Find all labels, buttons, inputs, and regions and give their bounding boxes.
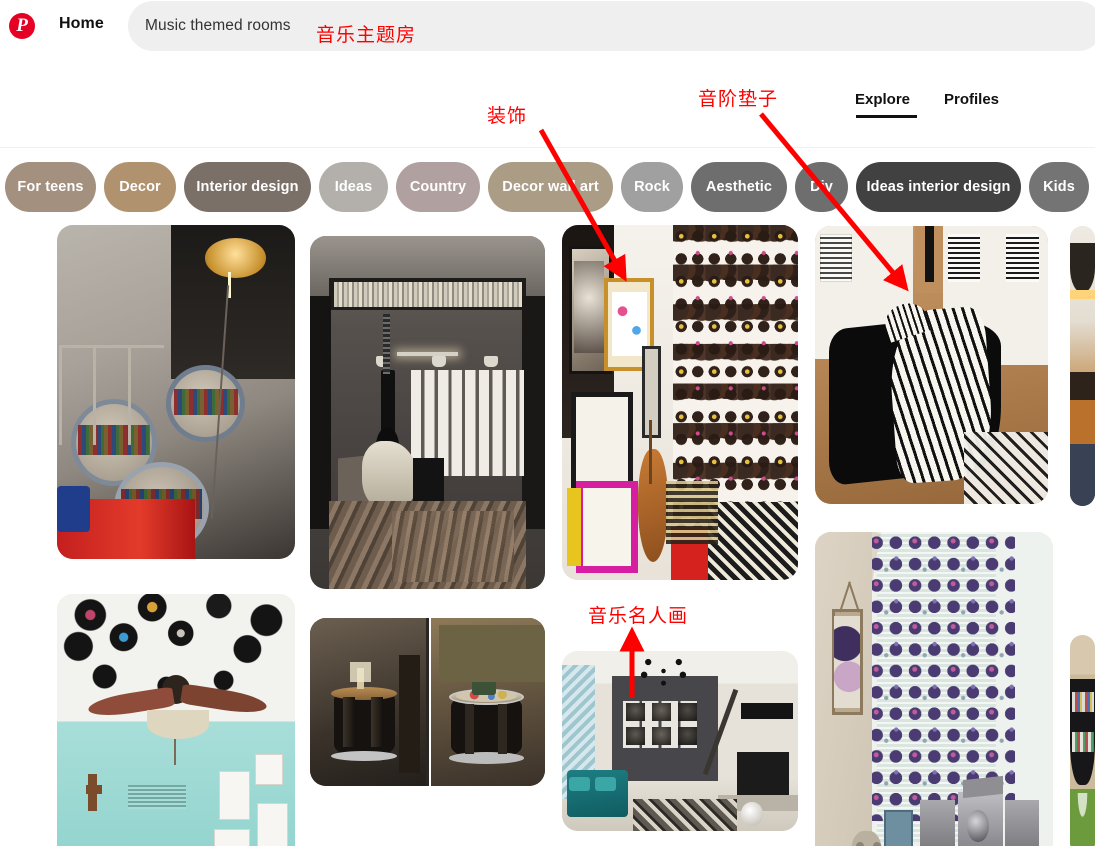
filter-chip-label: Ideas interior design xyxy=(866,179,1011,195)
tab-explore-active-indicator xyxy=(856,115,917,118)
filter-chip-label: Diy xyxy=(810,179,833,195)
pinterest-logo-icon[interactable]: P xyxy=(9,13,35,39)
pendant-lamp-pin-image xyxy=(1070,226,1095,506)
filter-chip-interior-design[interactable]: Interior design xyxy=(184,162,311,212)
annotation-poster-note: 音乐名人画 xyxy=(588,605,689,627)
tab-profiles[interactable]: Profiles xyxy=(944,91,999,108)
filter-chip-decor[interactable]: Decor xyxy=(104,162,176,212)
filter-chip-kids[interactable]: Kids xyxy=(1029,162,1089,212)
filter-chip-rock[interactable]: Rock xyxy=(621,162,683,212)
filter-chip-label: Decor wall art xyxy=(502,179,599,195)
pin-grid xyxy=(0,222,1095,846)
filter-chip-label: Ideas xyxy=(334,179,373,195)
filter-chip-label: For teens xyxy=(17,179,84,195)
filter-chip-label: Rock xyxy=(634,179,670,195)
search-input-value: Music themed rooms xyxy=(145,17,291,34)
drum-bookshelf-pin[interactable] xyxy=(57,225,295,559)
filter-chip-diy[interactable]: Diy xyxy=(795,162,848,212)
app-header: P Home Music themed rooms xyxy=(0,0,1095,52)
filter-chip-label: Decor xyxy=(119,179,161,195)
celebrity-poster-pin-image xyxy=(562,651,798,831)
drum-bookshelf-pin-image xyxy=(57,225,295,559)
drum-tables-pin-image xyxy=(310,618,545,786)
gallery-wall-room-pin-image xyxy=(310,236,545,589)
gallery-wall-room-pin[interactable] xyxy=(310,236,545,589)
vinyl-ceiling-hall-pin-image xyxy=(562,225,798,580)
vinyl-ceiling-hall-pin[interactable] xyxy=(562,225,798,580)
round-shelf-pin[interactable] xyxy=(1070,635,1095,846)
filter-chip-country[interactable]: Country xyxy=(396,162,480,212)
drum-tables-pin[interactable] xyxy=(310,618,545,786)
piano-rug-pin[interactable] xyxy=(815,226,1048,504)
pendant-lamp-pin[interactable] xyxy=(1070,226,1095,506)
cd-curtain-pin-image xyxy=(815,532,1053,846)
cd-curtain-pin[interactable] xyxy=(815,532,1053,846)
filter-chip-ideas-interior-design[interactable]: Ideas interior design xyxy=(856,162,1021,212)
piano-rug-pin-image xyxy=(815,226,1048,504)
annotation-decor-note: 装饰 xyxy=(487,105,528,127)
home-link[interactable]: Home xyxy=(59,15,104,33)
annotation-rug-note: 音阶垫子 xyxy=(698,88,779,110)
filter-chip-aesthetic[interactable]: Aesthetic xyxy=(691,162,787,212)
filter-chip-label: Kids xyxy=(1043,179,1075,195)
filter-chip-label: Country xyxy=(409,179,467,195)
record-ceiling-fan-pin[interactable] xyxy=(57,594,295,846)
celebrity-poster-pin[interactable] xyxy=(562,651,798,831)
filter-chip-ideas[interactable]: Ideas xyxy=(319,162,388,212)
filter-chip-label: Interior design xyxy=(196,179,299,195)
pinterest-logo-glyph: P xyxy=(16,15,28,36)
round-shelf-pin-image xyxy=(1070,635,1095,846)
annotation-search-note: 音乐主题房 xyxy=(316,24,417,46)
record-ceiling-fan-pin-image xyxy=(57,594,295,846)
filter-chip-decor-wall-art[interactable]: Decor wall art xyxy=(488,162,613,212)
pinterest-page: P Home Music themed rooms Explore Profil… xyxy=(0,0,1095,846)
tab-explore[interactable]: Explore xyxy=(855,91,910,108)
filter-chip-for-teens[interactable]: For teens xyxy=(5,162,96,212)
filter-chip-label: Aesthetic xyxy=(705,179,773,195)
